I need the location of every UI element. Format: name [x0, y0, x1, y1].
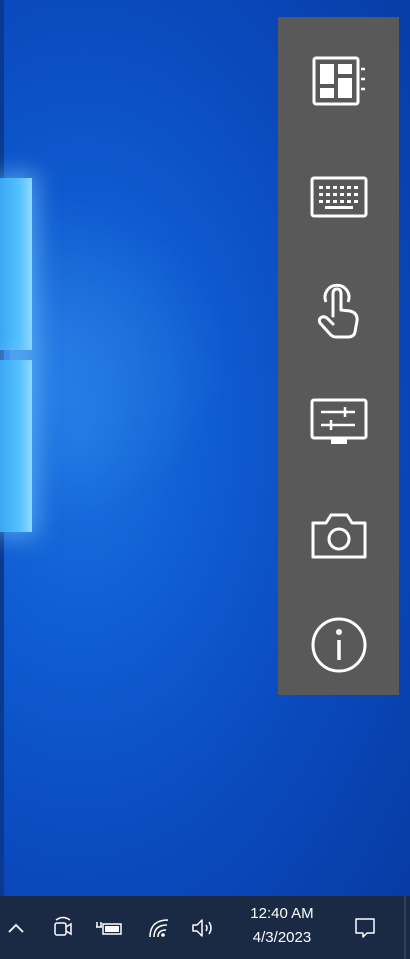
meet-now-icon	[54, 916, 72, 936]
desktop: 12:40 AM 4/3/2023	[0, 0, 410, 959]
taskbar-clock[interactable]: 12:40 AM 4/3/2023	[232, 902, 332, 954]
display-settings-icon	[310, 398, 367, 444]
show-hidden-icons-button[interactable]	[4, 896, 28, 959]
windows-logo-pane-bottom	[0, 360, 32, 532]
layout-panel-icon	[312, 56, 365, 106]
layout-button[interactable]	[278, 31, 399, 131]
touch-button[interactable]	[278, 260, 399, 360]
display-settings-button[interactable]	[278, 373, 399, 473]
battery-charging-icon	[96, 921, 122, 935]
clock-time: 12:40 AM	[250, 905, 314, 922]
taskbar: 12:40 AM 4/3/2023	[0, 896, 410, 959]
clock-date: 4/3/2023	[252, 929, 312, 946]
windows-logo-pane-top	[0, 178, 32, 350]
info-icon	[311, 617, 366, 673]
info-button[interactable]	[278, 595, 399, 695]
side-toolbar-panel	[278, 17, 399, 695]
chevron-up-icon	[8, 923, 24, 933]
wallpaper-glow	[10, 190, 230, 530]
keyboard-icon	[310, 176, 367, 218]
touch-hand-icon	[317, 283, 359, 339]
wifi-icon	[149, 918, 169, 937]
battery-button[interactable]	[94, 896, 124, 959]
volume-button[interactable]	[190, 896, 216, 959]
notification-icon	[355, 917, 375, 938]
action-center-button[interactable]	[350, 896, 380, 959]
camera-icon	[311, 513, 366, 559]
taskbar-divider	[404, 896, 406, 959]
camera-button[interactable]	[278, 486, 399, 586]
network-button[interactable]	[146, 896, 172, 959]
volume-icon	[192, 918, 212, 937]
keyboard-button[interactable]	[278, 147, 399, 247]
meet-now-button[interactable]	[50, 896, 76, 959]
